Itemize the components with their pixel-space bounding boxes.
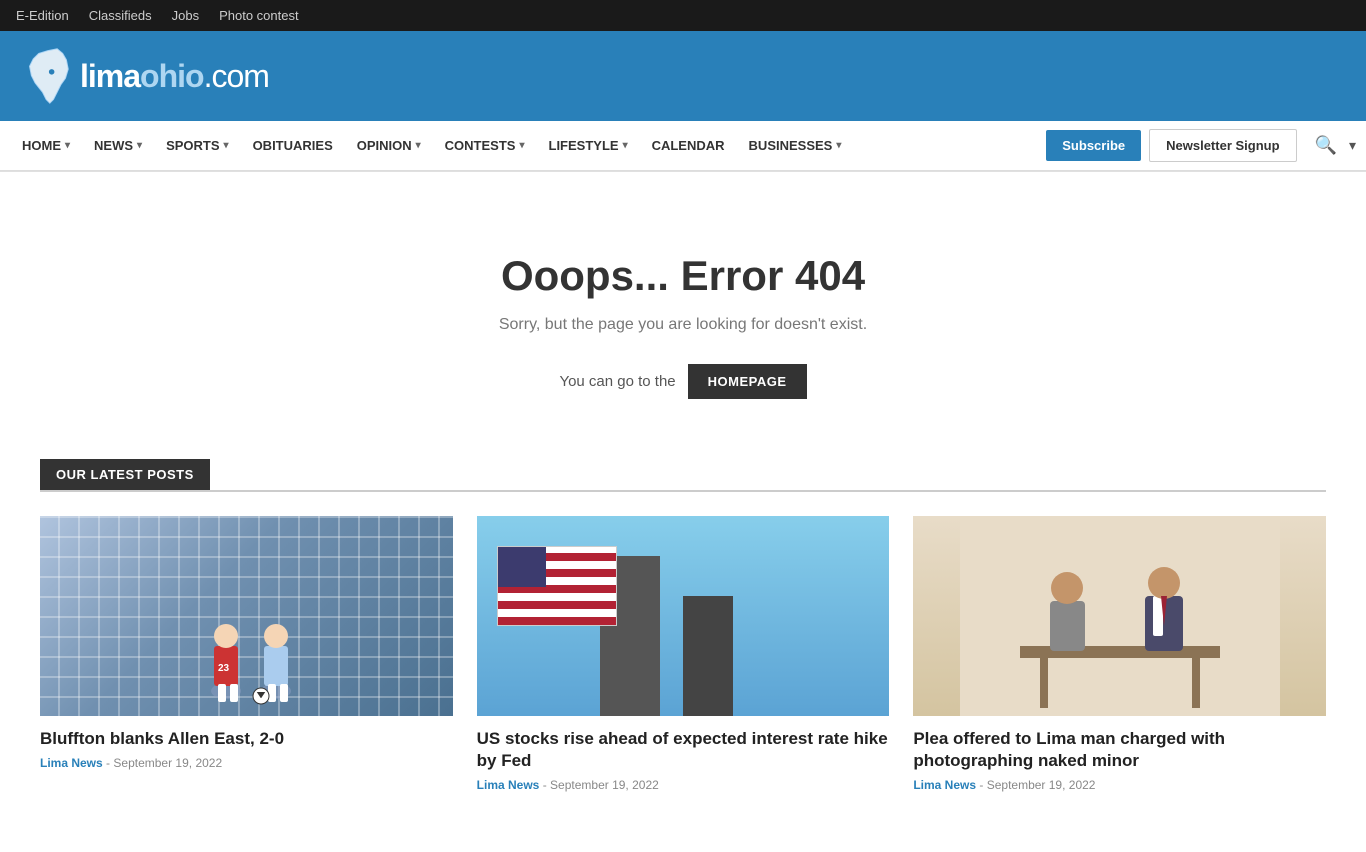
nav-item-opinion[interactable]: OPINION ▾ <box>345 124 433 167</box>
nav-label-obituaries: OBITUARIES <box>253 138 333 153</box>
latest-posts-header: OUR LATEST POSTS <box>40 459 1326 492</box>
post-link-2[interactable]: US stocks rise ahead of expected interes… <box>477 728 890 778</box>
chevron-down-icon: ▾ <box>416 140 421 151</box>
nav-item-contests[interactable]: CONTESTS ▾ <box>433 124 537 167</box>
post-image-2[interactable] <box>477 516 890 716</box>
logo-area[interactable]: limaohio.com <box>20 46 269 106</box>
post-meta-separator-3: - <box>979 778 986 792</box>
latest-posts-section: OUR LATEST POSTS 23 <box>20 439 1346 812</box>
nav-item-obituaries[interactable]: OBITUARIES <box>241 124 345 167</box>
stocks-image <box>477 516 890 716</box>
nav-label-lifestyle: LIFESTYLE <box>549 138 619 153</box>
logo-dotcom: .com <box>204 58 269 94</box>
nav-link-home[interactable]: HOME ▾ <box>10 124 82 167</box>
main-nav: HOME ▾ NEWS ▾ SPORTS ▾ OBITUARIES OPINIO… <box>0 121 1366 171</box>
post-meta-2: Lima News - September 19, 2022 <box>477 778 890 792</box>
nav-link-sports[interactable]: SPORTS ▾ <box>154 124 241 167</box>
nav-links: HOME ▾ NEWS ▾ SPORTS ▾ OBITUARIES OPINIO… <box>10 124 1046 167</box>
post-headline-3: Plea offered to Lima man charged with ph… <box>913 728 1326 772</box>
chevron-down-icon: ▾ <box>65 140 70 151</box>
post-source-3: Lima News <box>913 778 976 792</box>
search-icon[interactable]: 🔍 <box>1315 135 1337 156</box>
nav-link-lifestyle[interactable]: LIFESTYLE ▾ <box>537 124 640 167</box>
american-flag <box>497 546 617 626</box>
nav-item-sports[interactable]: SPORTS ▾ <box>154 124 241 167</box>
error-section: Ooops... Error 404 Sorry, but the page y… <box>20 212 1346 439</box>
court-image <box>913 516 1326 716</box>
chevron-down-icon: ▾ <box>836 140 841 151</box>
nav-label-calendar: CALENDAR <box>652 138 725 153</box>
nav-link-opinion[interactable]: OPINION ▾ <box>345 124 433 167</box>
posts-grid: 23 <box>40 516 1326 792</box>
chevron-down-icon: ▾ <box>137 140 142 151</box>
top-bar-link-photo-contest[interactable]: Photo contest <box>219 8 299 23</box>
top-bar-link-e-edition[interactable]: E-Edition <box>16 8 69 23</box>
latest-posts-title: OUR LATEST POSTS <box>40 459 210 490</box>
nav-item-news[interactable]: NEWS ▾ <box>82 124 154 167</box>
post-card-2: US stocks rise ahead of expected interes… <box>477 516 890 792</box>
post-link-3[interactable]: Plea offered to Lima man charged with ph… <box>913 728 1326 778</box>
site-header: limaohio.com <box>0 31 1366 121</box>
nav-link-news[interactable]: NEWS ▾ <box>82 124 154 167</box>
post-date-2: September 19, 2022 <box>550 778 659 792</box>
chevron-down-icon: ▾ <box>519 140 524 151</box>
nav-label-businesses: BUSINESSES <box>749 138 833 153</box>
chevron-down-icon: ▾ <box>623 140 628 151</box>
chevron-down-icon: ▾ <box>224 140 229 151</box>
building-2 <box>683 596 733 716</box>
post-headline-2: US stocks rise ahead of expected interes… <box>477 728 890 772</box>
logo-lima: lima <box>80 58 140 94</box>
top-bar-link-jobs[interactable]: Jobs <box>172 8 199 23</box>
nav-label-contests: CONTESTS <box>445 138 516 153</box>
nav-item-businesses[interactable]: BUSINESSES ▾ <box>737 124 854 167</box>
subscribe-button[interactable]: Subscribe <box>1046 130 1141 161</box>
homepage-prompt: You can go to the <box>559 373 675 390</box>
post-headline-1: Bluffton blanks Allen East, 2-0 <box>40 728 453 750</box>
nav-link-obituaries[interactable]: OBITUARIES <box>241 124 345 167</box>
nav-label-opinion: OPINION <box>357 138 412 153</box>
post-meta-3: Lima News - September 19, 2022 <box>913 778 1326 792</box>
top-bar-link-classifieds[interactable]: Classifieds <box>89 8 152 23</box>
logo-text: limaohio.com <box>80 58 269 95</box>
nav-link-contests[interactable]: CONTESTS ▾ <box>433 124 537 167</box>
nav-item-lifestyle[interactable]: LIFESTYLE ▾ <box>537 124 640 167</box>
post-image-1[interactable]: 23 <box>40 516 453 716</box>
post-card-1: 23 <box>40 516 453 792</box>
top-bar: E-Edition Classifieds Jobs Photo contest <box>0 0 1366 31</box>
nav-item-home[interactable]: HOME ▾ <box>10 124 82 167</box>
nav-link-businesses[interactable]: BUSINESSES ▾ <box>737 124 854 167</box>
newsletter-button[interactable]: Newsletter Signup <box>1149 129 1296 162</box>
nav-link-calendar[interactable]: CALENDAR <box>640 124 737 167</box>
nav-label-news: NEWS <box>94 138 133 153</box>
post-date-3: September 19, 2022 <box>987 778 1096 792</box>
post-meta-separator-2: - <box>543 778 550 792</box>
error-subtitle: Sorry, but the page you are looking for … <box>40 316 1326 334</box>
error-title: Ooops... Error 404 <box>40 252 1326 300</box>
ohio-state-icon <box>20 46 75 106</box>
soccer-image: 23 <box>40 516 453 716</box>
nav-label-home: HOME <box>22 138 61 153</box>
main-content: Ooops... Error 404 Sorry, but the page y… <box>0 172 1366 852</box>
post-link-1[interactable]: Bluffton blanks Allen East, 2-0 <box>40 728 453 756</box>
nav-label-sports: SPORTS <box>166 138 219 153</box>
homepage-row: You can go to the HOMEPAGE <box>40 364 1326 399</box>
flag-canton <box>498 547 546 587</box>
homepage-button[interactable]: HOMEPAGE <box>688 364 807 399</box>
nav-buttons: Subscribe Newsletter Signup 🔍 ▾ <box>1046 129 1356 162</box>
post-image-3[interactable] <box>913 516 1326 716</box>
post-card-3: Plea offered to Lima man charged with ph… <box>913 516 1326 792</box>
svg-text:23: 23 <box>218 663 230 674</box>
post-source-2: Lima News <box>477 778 540 792</box>
logo-ohio: ohio <box>140 58 204 94</box>
nav-expand-icon[interactable]: ▾ <box>1349 137 1356 154</box>
nav-item-calendar[interactable]: CALENDAR <box>640 124 737 167</box>
